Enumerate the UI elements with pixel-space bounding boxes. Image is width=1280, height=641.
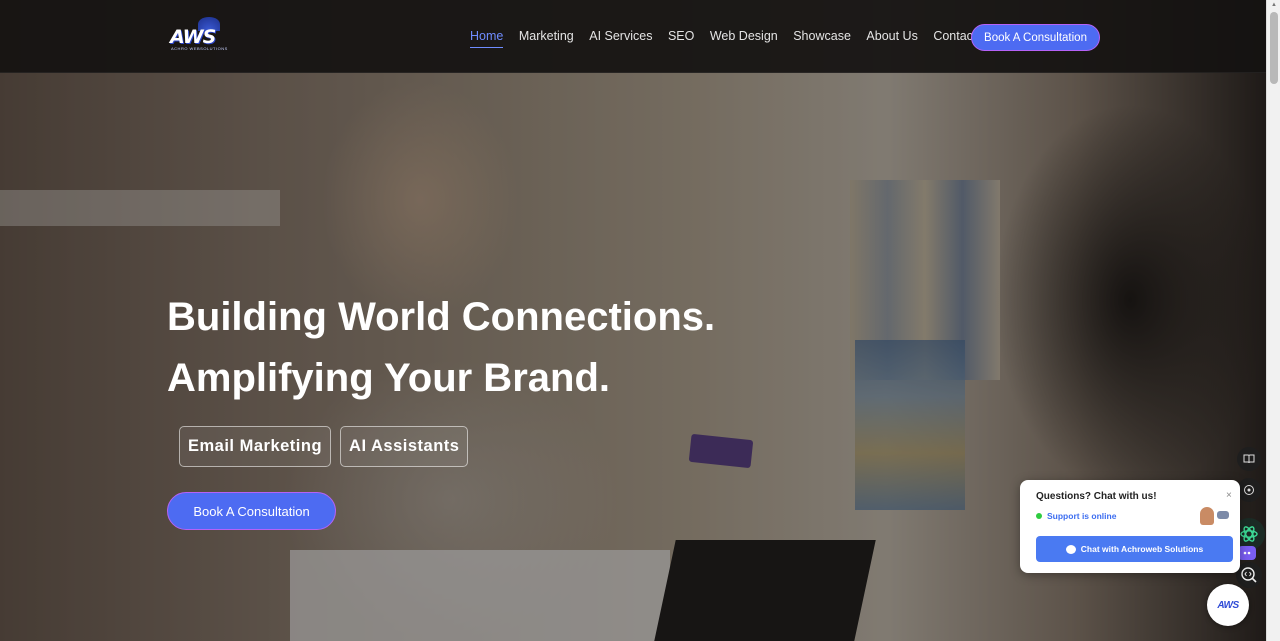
headphones-icon[interactable] <box>1237 478 1261 502</box>
nav-marketing[interactable]: Marketing <box>519 29 574 48</box>
pill-email-marketing[interactable]: Email Marketing <box>179 426 332 467</box>
service-pills: Email Marketing AI Assistants <box>179 426 469 467</box>
nav-about-us[interactable]: About Us <box>866 29 917 48</box>
chat-start-button[interactable]: Chat with Achroweb Solutions <box>1036 536 1233 562</box>
logo-subtitle: ACHRO WEBSOLUTIONS <box>171 46 228 51</box>
robot-icon[interactable] <box>1238 546 1256 560</box>
nav-showcase[interactable]: Showcase <box>793 29 851 48</box>
headline-line-1: Building World Connections. <box>167 295 716 339</box>
nav-ai-services[interactable]: AI Services <box>589 29 652 48</box>
main-nav: Home Marketing AI Services SEO Web Desig… <box>470 29 992 48</box>
page-scrollbar[interactable]: ▲ <box>1266 0 1280 641</box>
floating-chat-launcher[interactable]: AWS <box>1207 584 1249 626</box>
nav-web-design[interactable]: Web Design <box>710 29 778 48</box>
book-icon[interactable] <box>1237 447 1261 471</box>
agent-avatar-small <box>1217 511 1229 519</box>
chat-widget: Questions? Chat with us! × Support is on… <box>1020 480 1240 573</box>
online-dot-icon <box>1036 513 1042 519</box>
chat-bubble-icon <box>1065 544 1076 554</box>
site-logo[interactable]: AWS ACHRO WEBSOLUTIONS <box>170 17 236 51</box>
pill-ai-assistants[interactable]: AI Assistants <box>340 426 469 467</box>
chat-close-icon[interactable]: × <box>1226 490 1232 501</box>
chat-status: Support is online <box>1047 511 1117 521</box>
chat-question: Questions? Chat with us! <box>1036 491 1157 502</box>
headline-line-2: Amplifying Your Brand. <box>167 356 610 400</box>
nav-home[interactable]: Home <box>470 29 504 48</box>
logo-mark: AWS <box>170 26 216 48</box>
header-book-consultation-button[interactable]: Book A Consultation <box>971 24 1100 51</box>
scroll-up-icon[interactable]: ▲ <box>1271 2 1277 8</box>
scrollbar-thumb[interactable] <box>1270 12 1278 84</box>
hero-book-consultation-button[interactable]: Book A Consultation <box>167 492 336 530</box>
hero-headline: Building World Connections. Amplifying Y… <box>167 287 715 409</box>
agent-avatar <box>1200 507 1214 525</box>
chat-start-label: Chat with Achroweb Solutions <box>1080 544 1204 554</box>
nav-seo[interactable]: SEO <box>668 29 694 48</box>
site-header: AWS ACHRO WEBSOLUTIONS Home Marketing AI… <box>0 0 1266 73</box>
nav-contact[interactable]: Contact <box>933 29 976 48</box>
